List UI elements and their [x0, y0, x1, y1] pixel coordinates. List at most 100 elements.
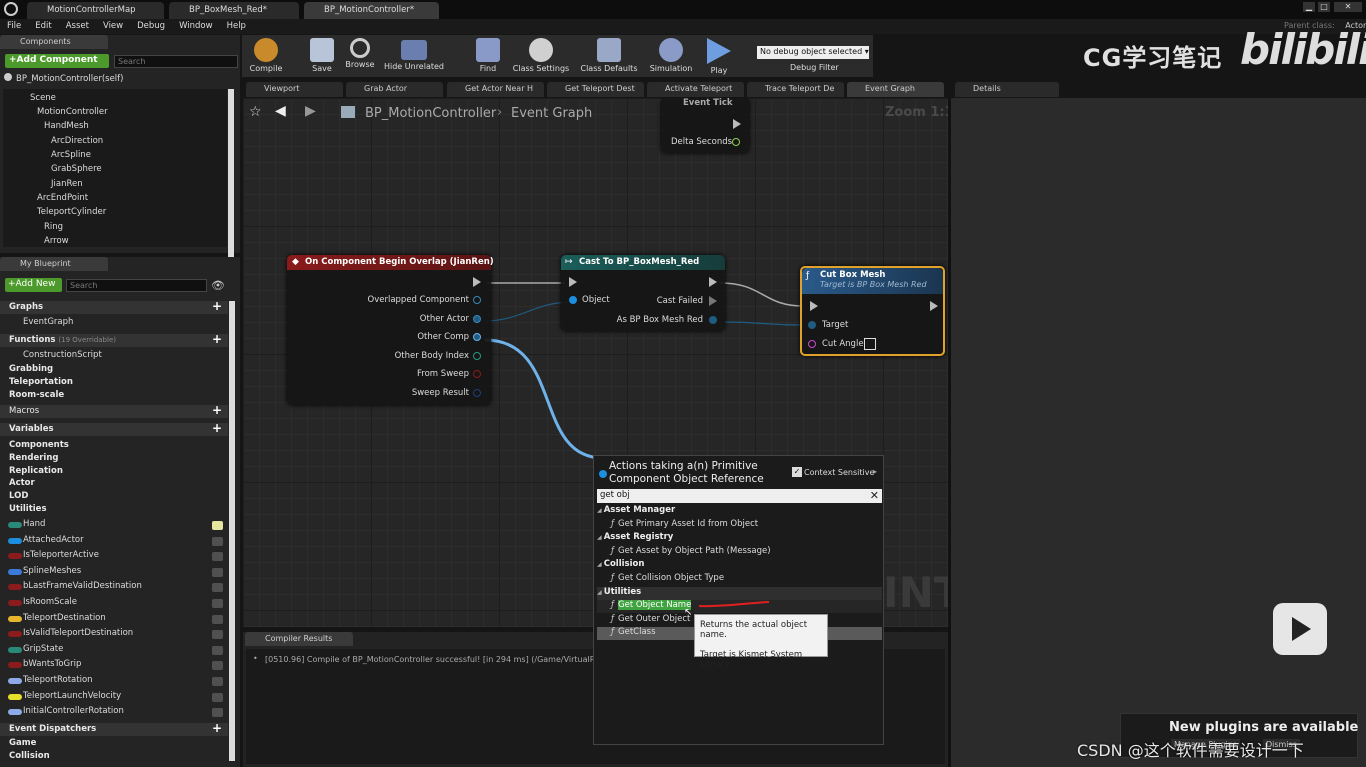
var-group-utilities[interactable]: Utilities — [0, 503, 228, 516]
hide-unrelated-button[interactable]: Hide Unrelated — [382, 35, 446, 77]
close-button[interactable]: ✕ — [1334, 2, 1362, 12]
add-dispatcher-icon[interactable]: + — [212, 721, 222, 735]
event-tick-node[interactable]: Event Tick Delta Seconds — [661, 98, 749, 153]
self-item[interactable]: BP_MotionController(self) — [4, 73, 123, 84]
cut-exec-out[interactable] — [930, 301, 938, 311]
function-constructionscript[interactable]: ConstructionScript — [4, 350, 102, 360]
cast-object-dot[interactable] — [569, 296, 577, 304]
as-bp-box-mesh-red-dot[interactable] — [709, 316, 717, 324]
browse-button[interactable]: Browse — [336, 35, 384, 77]
tab-grab-actor[interactable]: Grab Actor — [346, 82, 443, 97]
eye-closed-icon[interactable] — [212, 567, 223, 577]
delta-seconds-pin[interactable]: Delta Seconds — [671, 137, 732, 147]
cut-angle-input[interactable] — [864, 338, 876, 350]
component-search-input[interactable]: Search — [114, 55, 238, 68]
from-sweep-dot[interactable] — [473, 370, 481, 378]
eye-closed-icon[interactable] — [212, 677, 223, 686]
tab-bp-boxmesh-red[interactable]: BP_BoxMesh_Red* — [169, 2, 299, 19]
action-category[interactable]: ◢ Collision — [597, 559, 882, 572]
menu-edit[interactable]: Edit — [28, 19, 58, 34]
pin-other-body-index[interactable]: Other Body Index — [395, 351, 469, 361]
add-new-button[interactable]: +Add New — [5, 278, 62, 292]
find-button[interactable]: Find — [464, 35, 512, 77]
variable-item[interactable]: TeleportLaunchVelocity — [4, 691, 121, 701]
view-options-icon[interactable]: 👁 — [211, 279, 225, 292]
menu-file[interactable]: File — [0, 19, 28, 34]
action-item[interactable]: ƒ Get Collision Object Type — [597, 573, 882, 586]
variable-item[interactable]: GripState — [4, 644, 63, 654]
add-variable-icon[interactable]: + — [212, 421, 222, 435]
variable-item[interactable]: bWantsToGrip — [4, 659, 81, 669]
event-tick-exec-pin[interactable] — [733, 119, 741, 129]
overlap-exec-pin[interactable] — [473, 277, 481, 287]
variable-item[interactable]: TeleportDestination — [4, 613, 106, 623]
tree-item-jianren[interactable]: JianRen — [51, 179, 83, 189]
tree-item-arcspline[interactable]: ArcSpline — [51, 150, 91, 160]
section-functions[interactable]: Functions (19 Overridable) — [0, 334, 228, 347]
blueprint-scrollbar[interactable] — [229, 301, 235, 761]
tab-get-teleport-destination[interactable]: Get Teleport Dest — [547, 82, 644, 97]
sweep-result-dot[interactable] — [473, 389, 481, 397]
overlap-event-node[interactable]: On Component Begin Overlap (JianRen) ◆ O… — [287, 255, 494, 405]
cut-exec-in[interactable] — [810, 301, 818, 311]
menu-view[interactable]: View — [96, 19, 130, 34]
tab-viewport[interactable]: Viewport — [246, 82, 343, 97]
var-group-actor[interactable]: Actor — [0, 477, 228, 490]
eye-closed-icon[interactable] — [212, 661, 223, 671]
tree-item-arcendpoint[interactable]: ArcEndPoint — [37, 193, 88, 203]
play-button[interactable]: Play — [695, 35, 743, 77]
minimize-button[interactable]: ▁ — [1303, 2, 1315, 12]
variable-item[interactable]: IsTeleporterActive — [4, 550, 99, 560]
action-category[interactable]: ◢ Utilities — [597, 586, 882, 600]
compiler-log-line[interactable]: [0510.96] Compile of BP_MotionController… — [265, 655, 607, 664]
video-play-button[interactable] — [1273, 603, 1327, 655]
section-macros[interactable]: Macros — [0, 405, 228, 418]
tab-event-graph[interactable]: Event Graph — [847, 82, 944, 97]
graph-eventgraph[interactable]: EventGraph — [4, 317, 73, 327]
other-actor-dot[interactable] — [473, 315, 481, 323]
cast-failed-pin[interactable]: Cast Failed — [657, 296, 703, 306]
eye-closed-icon[interactable] — [212, 583, 223, 593]
variable-item[interactable]: TeleportRotation — [4, 675, 93, 685]
tree-item-motioncontroller[interactable]: MotionController — [37, 107, 108, 117]
as-bp-box-mesh-red-pin[interactable]: As BP Box Mesh Red — [617, 315, 703, 325]
add-macro-icon[interactable]: + — [212, 403, 222, 417]
eye-closed-icon[interactable] — [212, 614, 223, 624]
pin-from-sweep[interactable]: From Sweep — [417, 369, 469, 379]
section-event-dispatchers[interactable]: Event Dispatchers — [0, 723, 228, 736]
action-search-input[interactable]: get obj ✕ — [597, 489, 882, 503]
variable-item[interactable]: IsValidTeleportDestination — [4, 628, 133, 638]
tab-bp-motioncontroller[interactable]: BP_MotionController* — [304, 2, 439, 19]
tab-details[interactable]: Details — [955, 82, 1059, 97]
overlapped-component-dot[interactable] — [473, 296, 481, 304]
context-arrow-icon[interactable]: ▸ — [873, 467, 877, 476]
var-group-lod[interactable]: LOD — [0, 490, 228, 503]
var-group-rendering[interactable]: Rendering — [0, 452, 228, 465]
add-component-button[interactable]: +Add Component — [5, 54, 109, 68]
menu-help[interactable]: Help — [220, 19, 253, 34]
eye-closed-icon[interactable] — [212, 552, 223, 562]
clear-search-icon[interactable]: ✕ — [870, 489, 879, 502]
cast-exec-in[interactable] — [569, 277, 577, 287]
var-group-components[interactable]: Components — [0, 439, 228, 452]
pin-overlapped-component[interactable]: Overlapped Component — [368, 295, 469, 305]
function-group-teleportation[interactable]: Teleportation — [0, 376, 228, 389]
compiler-results-tab[interactable]: Compiler Results — [245, 632, 353, 646]
dispatcher-group-collision[interactable]: Collision — [0, 750, 228, 763]
pin-sweep-result[interactable]: Sweep Result — [412, 388, 469, 398]
tree-item-scene[interactable]: Scene — [30, 93, 56, 103]
compile-button[interactable]: Compile — [242, 35, 290, 77]
cast-node[interactable]: Cast To BP_BoxMesh_Red ↦ Object Cast Fai… — [561, 255, 725, 331]
tab-get-actor-near-hand[interactable]: Get Actor Near H — [447, 82, 544, 97]
cut-box-mesh-node[interactable]: Cut Box Mesh Target is BP Box Mesh Red ƒ… — [800, 266, 945, 356]
eye-closed-icon[interactable] — [212, 536, 223, 546]
tree-item-teleportcylinder[interactable]: TeleportCylinder — [37, 207, 106, 217]
variable-item[interactable]: InitialControllerRotation — [4, 706, 124, 716]
class-defaults-button[interactable]: Class Defaults — [576, 35, 642, 77]
delta-seconds-dot[interactable] — [732, 138, 740, 146]
tab-trace-teleport-destination[interactable]: Trace Teleport De — [747, 82, 844, 97]
pin-other-comp[interactable]: Other Comp — [417, 332, 469, 342]
cut-angle-pin[interactable]: Cut Angle — [822, 339, 864, 349]
variable-item[interactable]: Hand — [4, 519, 45, 529]
eye-closed-icon[interactable] — [212, 645, 223, 655]
